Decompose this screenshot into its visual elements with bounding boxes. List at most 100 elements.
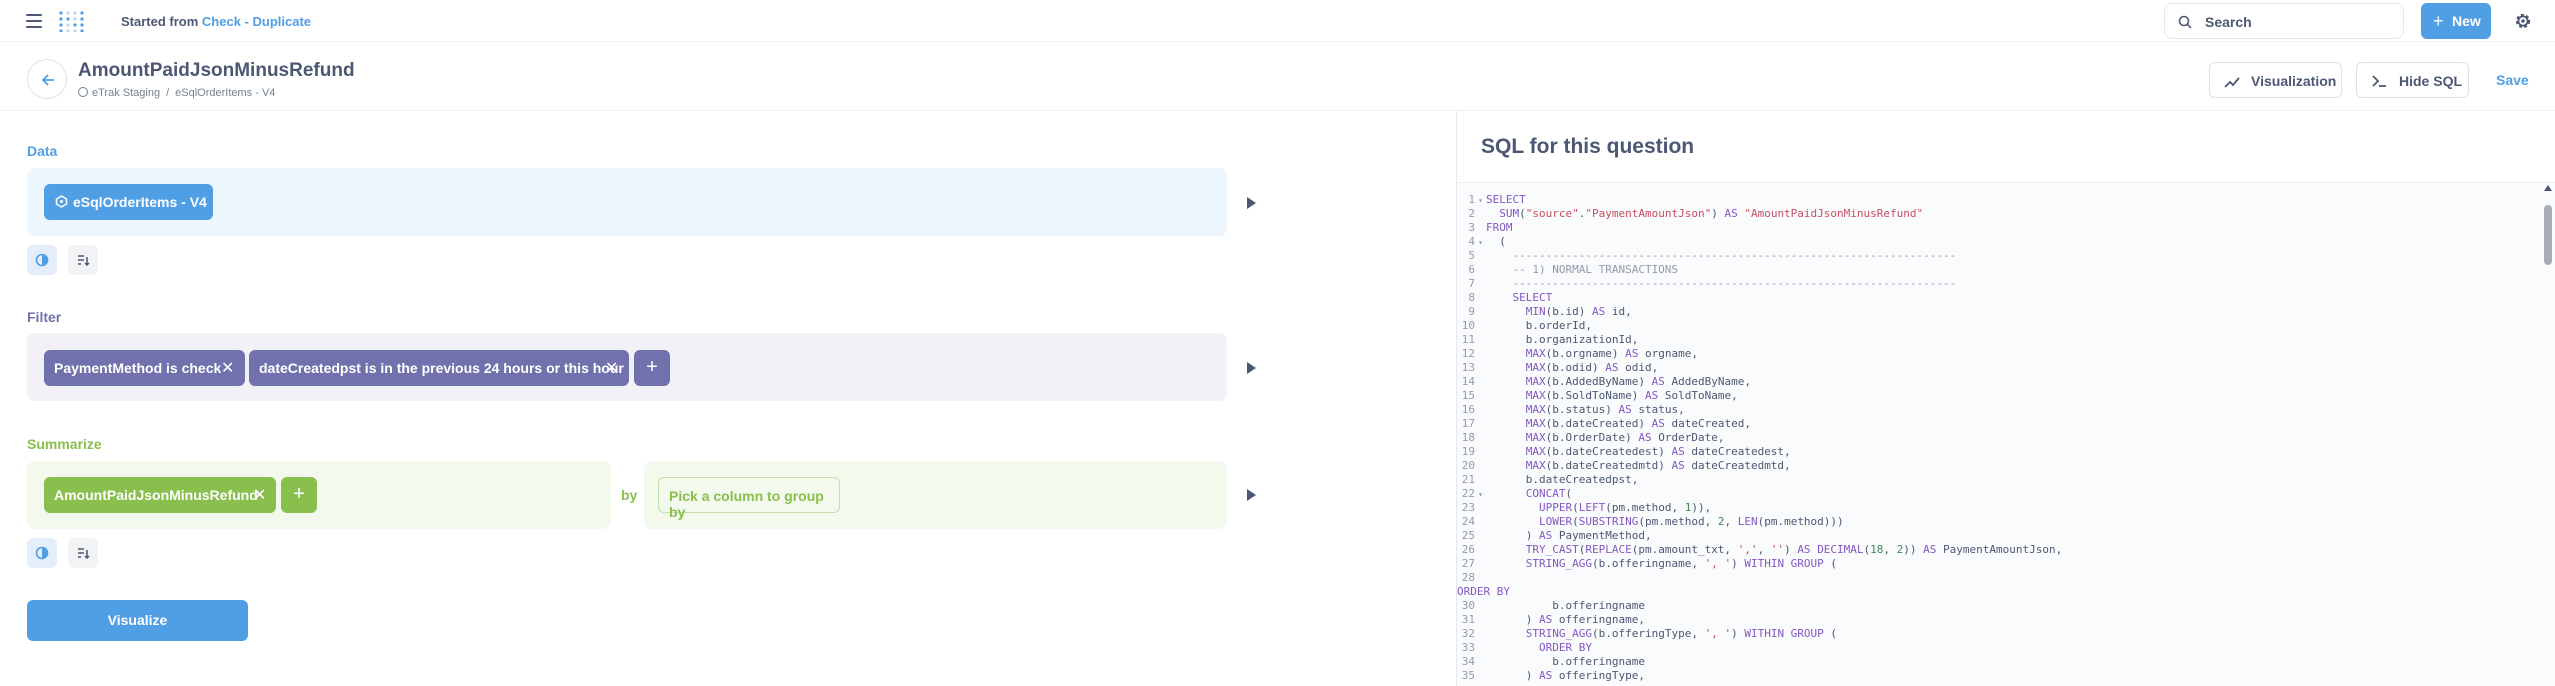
sql-line-text: SELECT (1512, 291, 1553, 304)
line-number: 1 (1468, 193, 1475, 206)
scrollbar[interactable] (2544, 185, 2552, 685)
sql-line-text: MAX(b.dateCreatedest) AS dateCreatedest, (1525, 445, 1791, 458)
hide-sql-button[interactable]: Hide SQL (2356, 62, 2469, 98)
arrow-left-icon (41, 74, 54, 86)
summarize-step-label: Summarize (27, 436, 102, 452)
line-number: 33 (1461, 641, 1475, 654)
sql-line-text: b.dateCreatedpst, (1486, 473, 1639, 486)
sql-line-text: b.offeringname (1486, 599, 1645, 612)
sort-icon (78, 255, 90, 267)
sql-line: 9 MIN(b.id) AS id, (1457, 305, 2537, 319)
data-sort-button[interactable] (68, 245, 98, 275)
summarize-option-button[interactable] (27, 538, 57, 568)
metabase-logo-icon[interactable] (58, 10, 86, 32)
sql-line: 35 ) AS offeringType, (1457, 669, 2537, 683)
metric-pill[interactable]: AmountPaidJsonMinusRefund ✕ (44, 477, 276, 513)
line-number: 7 (1468, 277, 1475, 290)
filter-pill[interactable]: dateCreatedpst is in the previous 24 hou… (249, 350, 629, 386)
line-number: 35 (1461, 669, 1475, 682)
sql-line: 32 STRING_AGG(b.offeringType, ', ') WITH… (1457, 627, 2537, 641)
line-number: 22 (1461, 487, 1475, 500)
by-label: by (621, 487, 638, 503)
sql-line-text: MAX(b.dateCreated) AS dateCreated, (1525, 417, 1751, 430)
filter-pill-label: PaymentMethod is check (54, 360, 222, 376)
line-number: 19 (1461, 445, 1475, 458)
line-number: 31 (1461, 613, 1475, 626)
sql-line-text: SUM("source"."PaymentAmountJson") AS "Am… (1499, 207, 1924, 220)
close-icon[interactable]: ✕ (221, 358, 234, 378)
line-number: 15 (1461, 389, 1475, 402)
visualization-button[interactable]: Visualization (2209, 62, 2342, 98)
line-number: 20 (1461, 459, 1475, 472)
sql-line-text: b.organizationId, (1486, 333, 1639, 346)
line-number: 13 (1461, 361, 1475, 374)
sql-line-text: MAX(b.odid) AS odid, (1525, 361, 1659, 374)
new-button-label: New (2452, 13, 2481, 29)
back-button[interactable] (27, 59, 67, 99)
hide-sql-label: Hide SQL (2399, 73, 2463, 89)
add-metric-button[interactable]: + (281, 477, 317, 513)
new-button[interactable]: + New (2421, 3, 2491, 39)
fold-caret-icon[interactable]: ▾ (1475, 236, 1486, 250)
sql-panel-header: SQL for this question (1457, 111, 2555, 183)
sql-line-text: ) AS offeringname, (1486, 613, 1645, 626)
line-number: 26 (1461, 543, 1475, 556)
add-filter-button[interactable]: + (634, 350, 670, 386)
sql-line-text: SELECT (1486, 193, 1526, 206)
sql-line-text: ( (1486, 235, 1506, 248)
gear-icon[interactable] (2513, 11, 2533, 31)
preview-filter-icon[interactable] (1247, 362, 1256, 374)
toggle-icon (35, 253, 49, 267)
line-number: 6 (1468, 263, 1475, 276)
search-input[interactable]: Search (2164, 3, 2404, 39)
started-from-link[interactable]: Check - Duplicate (202, 14, 311, 29)
breadcrumb-separator: / (166, 87, 170, 99)
data-source-pill[interactable]: eSqlOrderItems - V4 (44, 184, 213, 220)
sql-line-text: TRY_CAST(REPLACE(pm.amount_txt, ',', '')… (1525, 543, 2063, 556)
sql-line-text: ORDER BY (1538, 641, 1592, 654)
close-icon[interactable]: ✕ (253, 485, 266, 505)
sql-line-text: ----------------------------------------… (1486, 277, 1957, 290)
menu-icon[interactable] (26, 14, 42, 28)
sql-line: 17 MAX(b.dateCreated) AS dateCreated, (1457, 417, 2537, 431)
search-placeholder: Search (2205, 14, 2252, 30)
sql-line-text: -- 1) NORMAL TRANSACTIONS (1486, 263, 1679, 276)
sql-code-view[interactable]: 1 ▾ SELECT 2 SUM("source"."PaymentAmountJso… (1457, 193, 2537, 686)
sql-line: 22 ▾ CONCAT( (1457, 487, 2537, 501)
sql-line: 19 MAX(b.dateCreatedest) AS dateCreatede… (1457, 445, 2537, 459)
sql-line: 23 UPPER(LEFT(pm.method, 1)), (1457, 501, 2537, 515)
sql-line: 31 ) AS offeringname, (1457, 613, 2537, 627)
close-icon[interactable]: ✕ (605, 358, 618, 378)
sql-line: 24 LOWER(SUBSTRING(pm.method, 2, LEN(pm.… (1457, 515, 2537, 529)
group-by-placeholder: Pick a column to group by (669, 488, 824, 520)
filter-pill[interactable]: PaymentMethod is check ✕ (44, 350, 245, 386)
sql-line-text: MAX(b.AddedByName) AS AddedByName, (1525, 375, 1751, 388)
sql-line-text: MAX(b.dateCreatedmtd) AS dateCreatedmtd, (1525, 459, 1791, 472)
preview-summarize-icon[interactable] (1247, 489, 1256, 501)
preview-data-icon[interactable] (1247, 197, 1256, 209)
sql-line-text: ) AS offeringType, (1486, 669, 1645, 682)
line-number: 25 (1461, 529, 1475, 542)
breadcrumb-table[interactable]: eSqlOrderItems - V4 (175, 87, 275, 99)
sql-line: 10 b.orderId, (1457, 319, 2537, 333)
sql-line-text: b.orderId, (1486, 319, 1592, 332)
save-button[interactable]: Save (2496, 72, 2529, 88)
line-number: 2 (1468, 207, 1475, 220)
data-option-button[interactable] (27, 245, 57, 275)
visualize-button[interactable]: Visualize (27, 600, 248, 641)
summarize-sort-button[interactable] (68, 538, 98, 568)
line-chart-icon (2224, 77, 2240, 88)
question-title[interactable]: AmountPaidJsonMinusRefund (78, 60, 355, 82)
breadcrumb-database[interactable]: eTrak Staging (92, 87, 160, 99)
group-by-picker[interactable]: Pick a column to group by (658, 477, 840, 520)
database-icon (78, 87, 88, 97)
sql-line: 30 b.offeringname (1457, 599, 2537, 613)
line-number: 24 (1461, 515, 1475, 528)
line-number: 28 (1461, 571, 1475, 584)
scroll-up-icon[interactable] (2544, 185, 2552, 191)
fold-caret-icon[interactable]: ▾ (1475, 488, 1486, 502)
sql-line-text: STRING_AGG(b.offeringname, ', ') WITHIN … (1525, 557, 1838, 570)
scrollbar-thumb[interactable] (2544, 205, 2552, 265)
search-icon (2178, 15, 2192, 29)
fold-caret-icon[interactable]: ▾ (1475, 194, 1486, 208)
